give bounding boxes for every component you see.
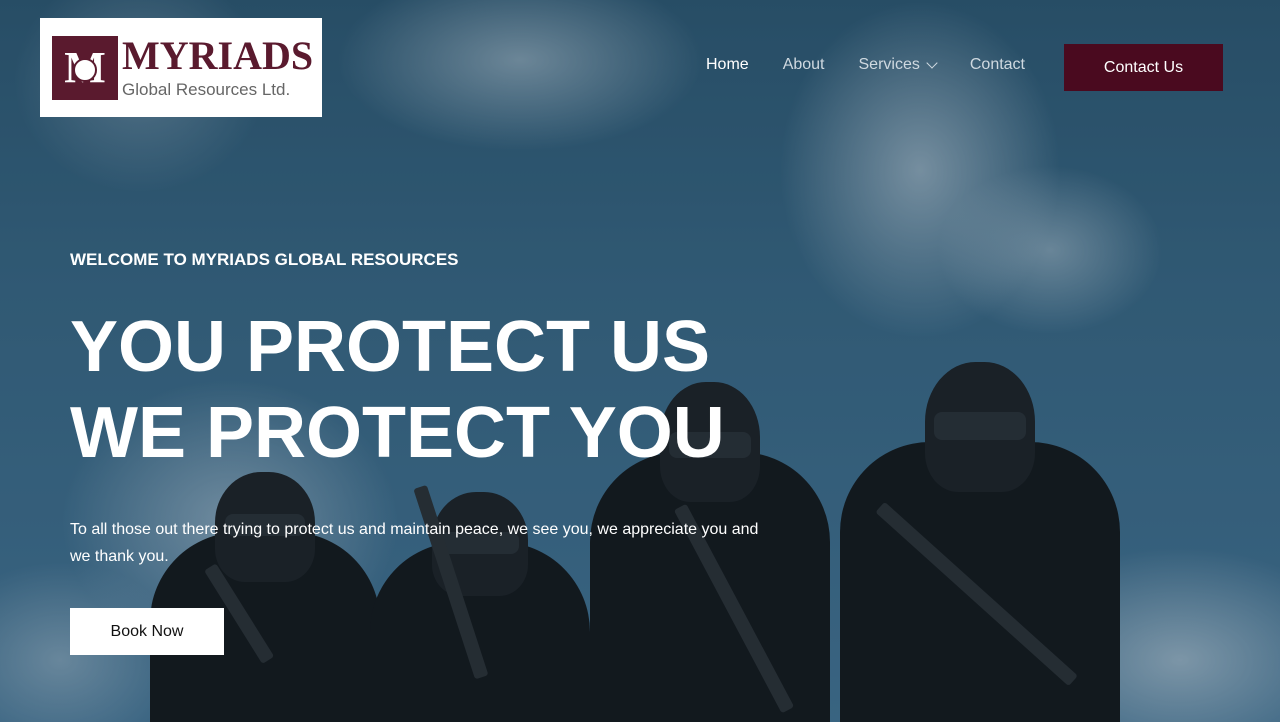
- book-now-button[interactable]: Book Now: [70, 608, 224, 655]
- logo-title: MYRIADS: [122, 32, 314, 78]
- hero-eyebrow: WELCOME TO MYRIADS GLOBAL RESOURCES: [70, 250, 459, 269]
- menu-item-about[interactable]: About: [783, 56, 825, 74]
- site-header: M MYRIADS Global Resources Ltd. Home Abo…: [0, 0, 1280, 130]
- menu-item-services-label: Services: [858, 56, 920, 73]
- menu-item-home[interactable]: Home: [706, 56, 749, 74]
- globe-icon: [73, 57, 97, 82]
- site-logo[interactable]: M MYRIADS Global Resources Ltd.: [40, 18, 322, 117]
- menu-item-contact[interactable]: Contact: [970, 56, 1025, 74]
- menu-item-services[interactable]: Services: [858, 56, 938, 74]
- hero-headline: YOU PROTECT US WE PROTECT YOU: [70, 307, 725, 473]
- logo-text: MYRIADS Global Resources Ltd.: [122, 32, 314, 100]
- hero-description: To all those out there trying to protect…: [70, 521, 759, 565]
- chevron-down-icon: [926, 57, 938, 69]
- logo-mark-icon: M: [52, 35, 118, 100]
- contact-us-button[interactable]: Contact Us: [1064, 44, 1223, 91]
- main-menu: Home About Services Contact: [706, 56, 1025, 74]
- logo-tagline: Global Resources Ltd.: [122, 79, 291, 99]
- hero-content: WELCOME TO MYRIADS GLOBAL RESOURCES YOU …: [70, 250, 790, 570]
